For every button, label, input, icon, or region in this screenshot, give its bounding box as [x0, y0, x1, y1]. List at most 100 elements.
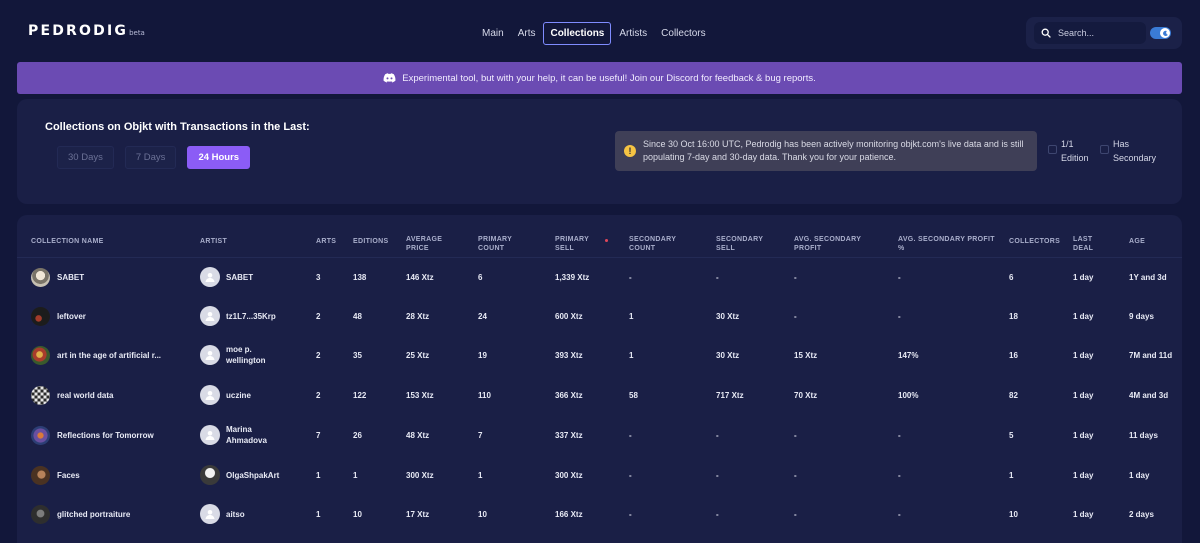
secondary-sell-value: -	[716, 430, 719, 440]
col-last-deal[interactable]: LAST DEAL	[1073, 235, 1103, 253]
avg-price-value: 28 Xtz	[406, 311, 430, 321]
col-average-price[interactable]: AVERAGE PRICE	[406, 235, 452, 253]
avg-profit-pct-value: -	[898, 509, 901, 519]
collection-cell[interactable]: Reflections for Tomorrow	[31, 415, 154, 455]
table-row[interactable]: Faces OlgaShpakArt 1 1 300 Xtz 1 300 Xtz…	[17, 455, 1182, 495]
secondary-sell-value: 717 Xtz	[716, 390, 744, 400]
discord-banner[interactable]: Experimental tool, but with your help, i…	[17, 62, 1182, 94]
collection-cell[interactable]: Faces	[31, 455, 80, 495]
table-row[interactable]: real world data uczine 2 122 153 Xtz 110…	[17, 375, 1182, 415]
edition-filter[interactable]: 1/1 Edition	[1048, 137, 1093, 165]
collection-avatar	[31, 385, 50, 405]
table-row[interactable]: art in the age of artificial r... moe p.…	[17, 335, 1182, 375]
avg-profit-value: 15 Xtz	[794, 350, 818, 360]
range-24-hours-button[interactable]: 24 Hours	[187, 146, 251, 169]
search-input[interactable]	[1058, 28, 1138, 38]
artist-cell[interactable]: OlgaShpakArt	[200, 455, 279, 495]
col-collectors[interactable]: COLLECTORS	[1009, 237, 1060, 246]
avg-price-value: 153 Xtz	[406, 390, 434, 400]
primary-count-value: 1	[478, 470, 483, 480]
secondary-sell-value: -	[716, 509, 719, 519]
avg-price-value: 17 Xtz	[406, 509, 430, 519]
collection-cell[interactable]: leftover	[31, 296, 86, 336]
arts-value: 2	[316, 350, 321, 360]
secondary-label: Has Secondary	[1113, 139, 1157, 163]
col-age[interactable]: AGE	[1129, 237, 1145, 246]
avg-profit-value: -	[794, 272, 797, 282]
table-row[interactable]: leftover tz1L7...35Krp 2 48 28 Xtz 24 60…	[17, 296, 1182, 336]
collection-cell[interactable]: real world data	[31, 375, 113, 415]
editions-value: 1	[353, 470, 358, 480]
avg-profit-value: -	[794, 430, 797, 440]
editions-value: 122	[353, 390, 367, 400]
primary-count-value: 110	[478, 390, 491, 400]
collection-cell[interactable]: glitched portraiture	[31, 494, 130, 534]
secondary-count-value: -	[629, 430, 632, 440]
col-primary-sell[interactable]: PRIMARY SELL	[555, 235, 595, 253]
artist-cell[interactable]: Marina Ahmadova	[200, 415, 274, 455]
nav-collections[interactable]: Collections	[543, 22, 612, 45]
col-secondary-sell[interactable]: SECONDARY SELL	[716, 235, 778, 253]
nav-artists[interactable]: Artists	[613, 22, 653, 45]
editions-value: 48	[353, 311, 362, 321]
moon-icon	[1160, 28, 1170, 38]
avg-profit-value: 70 Xtz	[794, 390, 818, 400]
avatar	[200, 267, 220, 287]
col-artist[interactable]: ARTIST	[200, 237, 227, 246]
logo[interactable]: PEDRODIGbeta	[28, 23, 145, 39]
collection-cell[interactable]: SABET	[31, 257, 84, 297]
primary-count-value: 19	[478, 350, 487, 360]
col-editions[interactable]: EDITIONS	[353, 237, 388, 246]
secondary-count-value: 1	[629, 311, 634, 321]
edition-checkbox[interactable]	[1048, 145, 1057, 154]
arts-value: 1	[316, 470, 321, 480]
last-deal-value: 1 day	[1073, 509, 1094, 519]
arts-value: 1	[316, 509, 321, 519]
age-value: 4M and 3d	[1129, 390, 1169, 400]
nav-main[interactable]: Main	[476, 22, 510, 45]
primary-count-value: 7	[478, 430, 483, 440]
artist-cell[interactable]: tz1L7...35Krp	[200, 296, 276, 336]
col-avg-secondary-profit-pct[interactable]: AVG. SECONDARY PROFIT %	[898, 235, 998, 253]
col-collection-name[interactable]: COLLECTION NAME	[31, 237, 104, 246]
collectors-value: 18	[1009, 311, 1018, 321]
arts-value: 2	[316, 311, 321, 321]
nav-collectors[interactable]: Collectors	[655, 22, 711, 45]
nav-arts[interactable]: Arts	[512, 22, 542, 45]
collection-name: Reflections for Tomorrow	[57, 430, 154, 440]
collection-avatar	[31, 306, 50, 326]
last-deal-value: 1 day	[1073, 470, 1094, 480]
range-30-days-button[interactable]: 30 Days	[57, 146, 114, 169]
primary-sell-value: 337 Xtz	[555, 430, 583, 440]
artist-name: Marina Ahmadova	[226, 425, 267, 445]
secondary-filter[interactable]: Has Secondary	[1100, 137, 1163, 165]
avg-profit-pct-value: -	[898, 430, 901, 440]
avatar	[200, 385, 220, 405]
table-row[interactable]: glitched portraiture aitso 1 10 17 Xtz 1…	[17, 494, 1182, 534]
arts-value: 3	[316, 272, 321, 282]
secondary-checkbox[interactable]	[1100, 145, 1109, 154]
arts-value: 7	[316, 430, 321, 440]
collection-cell[interactable]: art in the age of artificial r...	[31, 335, 161, 375]
collection-avatar	[31, 267, 50, 287]
artist-cell[interactable]: moe p. wellington	[200, 335, 274, 375]
artist-name: tz1L7...35Krp	[226, 311, 276, 321]
primary-sell-value: 393 Xtz	[555, 350, 583, 360]
col-avg-secondary-profit[interactable]: AVG. SECONDARY PROFIT	[794, 235, 874, 253]
search-box[interactable]	[1034, 22, 1146, 44]
avg-profit-pct-value: 147%	[898, 350, 919, 360]
col-primary-count[interactable]: PRIMARY COUNT	[478, 235, 524, 253]
range-buttons: 30 Days 7 Days 24 Hours	[57, 146, 251, 169]
artist-cell[interactable]: SABET	[200, 257, 253, 297]
col-arts[interactable]: ARTS	[316, 237, 336, 246]
table-row[interactable]: SABET SABET 3 138 146 Xtz 6 1,339 Xtz - …	[17, 257, 1182, 297]
artist-cell[interactable]: uczine	[200, 375, 251, 415]
artist-cell[interactable]: aitso	[200, 494, 245, 534]
arts-value: 2	[316, 390, 321, 400]
collection-avatar	[31, 425, 50, 445]
table-row[interactable]: Reflections for Tomorrow Marina Ahmadova…	[17, 415, 1182, 455]
range-7-days-button[interactable]: 7 Days	[124, 146, 177, 169]
theme-toggle[interactable]	[1150, 27, 1171, 39]
collection-name: glitched portraiture	[57, 509, 131, 519]
col-secondary-count[interactable]: SECONDARY COUNT	[629, 235, 691, 253]
